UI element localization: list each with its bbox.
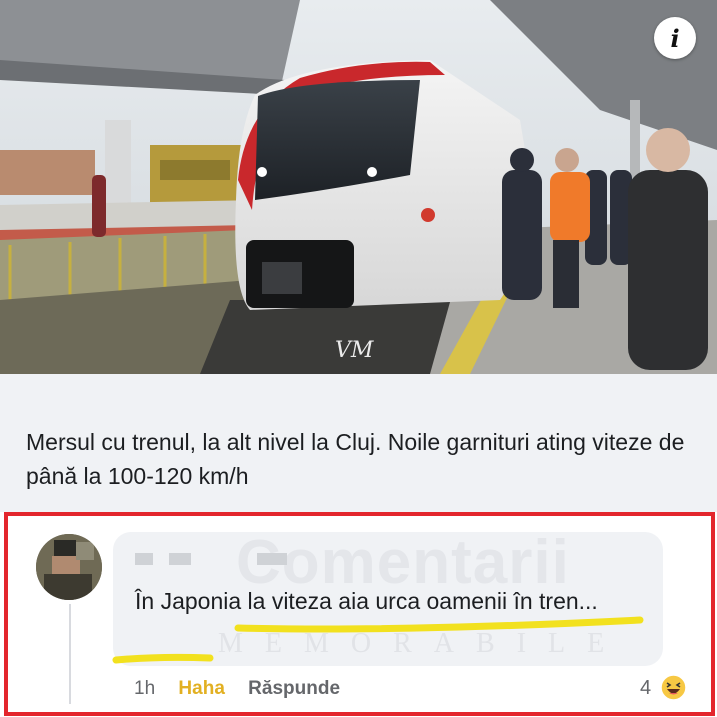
haha-emoji-icon[interactable] (660, 674, 687, 701)
pixelated-avatar-icon (36, 534, 102, 600)
avatar[interactable] (36, 534, 102, 600)
comment-actions: 1h Haha Răspunde (134, 678, 358, 700)
post-headline: Mersul cu trenul, la alt nivel la Cluj. … (26, 429, 685, 489)
comment-text: În Japonia la viteza aia urca oamenii în… (135, 588, 598, 614)
haha-reaction-button[interactable]: Haha (178, 678, 224, 699)
reply-button[interactable]: Răspunde (248, 678, 340, 699)
background-watermark-sub: MEMORABILE (218, 628, 627, 659)
redacted-author-name[interactable] (135, 553, 315, 569)
reaction-count[interactable]: 4 (640, 677, 651, 700)
thread-line (69, 604, 71, 704)
comment-time: 1h (134, 678, 156, 699)
info-icon-button[interactable]: i (654, 17, 696, 59)
post-photo[interactable]: VM i (0, 0, 717, 374)
train-station-photo (0, 0, 717, 374)
photo-watermark: VM (335, 338, 374, 363)
